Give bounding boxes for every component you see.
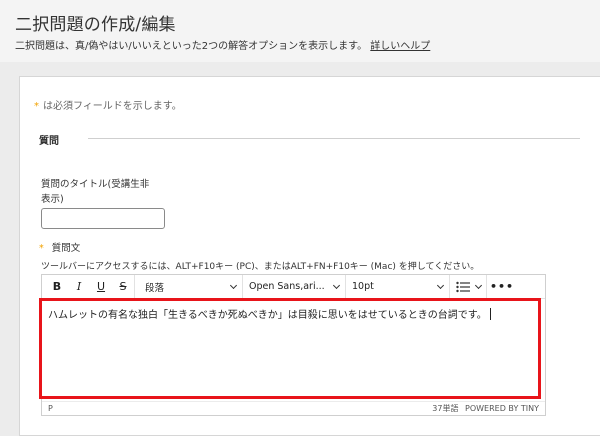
chevron-down-icon: [229, 281, 238, 289]
status-right: 37単語 POWERED BY TINY: [432, 403, 539, 414]
chevron-down-icon: [436, 281, 445, 289]
section-divider: [88, 138, 580, 139]
rich-text-editor: B I U S 段落 Open Sans,ari... 10pt ••• ハムレ…: [41, 274, 546, 416]
question-title-input[interactable]: [41, 208, 165, 229]
chevron-down-icon: [474, 281, 482, 289]
font-size-value: 10pt: [352, 281, 374, 292]
toolbar-separator: [134, 274, 135, 299]
block-format-value: 段落: [145, 282, 165, 294]
required-asterisk: *: [39, 243, 44, 254]
editor-toolbar: B I U S 段落 Open Sans,ari... 10pt •••: [42, 274, 545, 299]
required-note-text: は必須フィールドを示します。: [43, 101, 182, 112]
bullet-list-button[interactable]: [450, 275, 486, 299]
font-family-value: Open Sans,ari...: [249, 281, 325, 292]
required-asterisk: *: [34, 101, 39, 112]
editor-status-bar: P 37単語 POWERED BY TINY: [42, 401, 545, 415]
font-size-select[interactable]: 10pt: [346, 275, 449, 299]
question-text-label: * 質問文: [39, 240, 80, 254]
question-label-text: 質問文: [51, 243, 81, 254]
question-text: ハムレットの有名な独白「生きるべきか死ぬべきか」は目殺に思いをはせているときの台…: [48, 310, 487, 321]
page-header: 二択問題の作成/編集 二択問題は、真/偽やはい/いいえといった2つの解答オプショ…: [0, 0, 600, 62]
toolbar-hint: ツールバーにアクセスするには、ALT+F10キー (PC)、またはALT+FN+…: [41, 262, 480, 272]
powered-by-link[interactable]: POWERED BY TINY: [465, 404, 539, 413]
bold-button[interactable]: B: [46, 275, 68, 299]
font-family-select[interactable]: Open Sans,ari...: [243, 275, 345, 299]
italic-button[interactable]: I: [68, 275, 90, 299]
description-text: 二択問題は、真/偽やはい/いいえといった2つの解答オプションを表示します。: [15, 41, 368, 52]
page-description: 二択問題は、真/偽やはい/いいえといった2つの解答オプションを表示します。 詳し…: [15, 37, 430, 52]
editor-content[interactable]: ハムレットの有名な独白「生きるべきか死ぬべきか」は目殺に思いをはせているときの台…: [42, 300, 545, 400]
section-title: 質問: [39, 136, 59, 147]
element-path[interactable]: P: [48, 404, 53, 413]
text-cursor: [489, 308, 491, 320]
help-link[interactable]: 詳しいヘルプ: [370, 41, 430, 52]
required-note: * は必須フィールドを示します。: [34, 97, 182, 112]
strikethrough-button[interactable]: S: [112, 275, 134, 299]
more-options-button[interactable]: •••: [487, 275, 517, 299]
block-format-select[interactable]: 段落: [139, 275, 242, 299]
form-panel: * は必須フィールドを示します。 質問 質問のタイトル(受講生非表示) * 質問文 …: [19, 76, 600, 436]
title-field-label: 質問のタイトル(受講生非表示): [41, 179, 150, 205]
word-count: 37単語: [432, 404, 459, 413]
page-title: 二択問題の作成/編集: [15, 15, 176, 35]
underline-button[interactable]: U: [90, 275, 112, 299]
bullet-list-icon: [455, 281, 470, 292]
chevron-down-icon: [332, 281, 341, 289]
